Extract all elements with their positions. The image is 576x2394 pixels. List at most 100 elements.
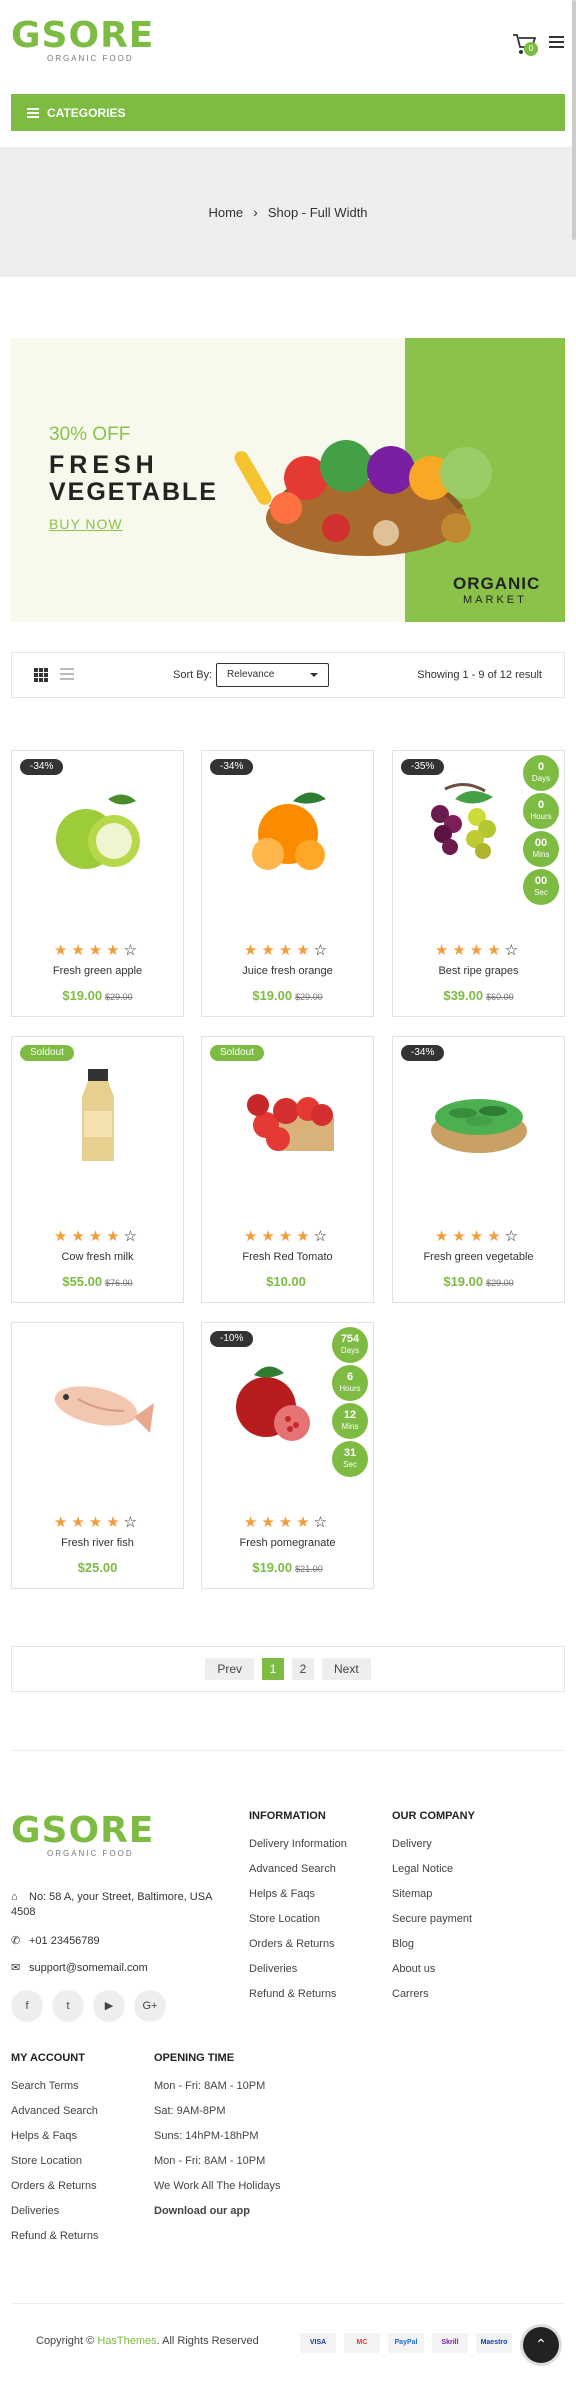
footer-link[interactable]: Advanced Search	[11, 2105, 98, 2130]
list-view-icon[interactable]	[60, 668, 74, 680]
soldout-badge: Soldout	[210, 1045, 264, 1061]
promo-banner[interactable]: 30% OFF FRESH VEGETABLE BUY NOW ORGANIC …	[11, 338, 565, 622]
grid-view-icon[interactable]	[34, 668, 48, 682]
rating-stars: ★★★★☆	[53, 942, 142, 959]
prev-page-button[interactable]: Prev	[205, 1658, 254, 1680]
product-name[interactable]: Fresh pomegranate	[202, 1537, 373, 1549]
footer-logo[interactable]: GSORE ORGANIC FOOD	[11, 1810, 155, 1859]
product-card[interactable]: Soldout ★★★★☆ Fresh Red Tomato $10.00	[201, 1036, 374, 1303]
breadcrumb-home[interactable]: Home	[208, 205, 243, 220]
footer-link[interactable]: About us	[392, 1963, 475, 1988]
product-card[interactable]: -10% 754 Days 6 Hours 12 Mins 31 Sec ★★★★☆ F…	[201, 1322, 374, 1589]
sort-select[interactable]: Relevance	[216, 663, 329, 687]
home-icon: ⌂	[11, 1891, 18, 1903]
product-price: $19.00 $29.00	[12, 987, 183, 1005]
page-1-button[interactable]: 1	[262, 1658, 284, 1680]
footer-link[interactable]: Sitemap	[392, 1888, 475, 1913]
old-price: $60.00	[486, 992, 514, 1002]
countdown-days: 754	[340, 1333, 360, 1345]
footer-link[interactable]: Advanced Search	[249, 1863, 347, 1888]
footer-link[interactable]: Refund & Returns	[249, 1988, 347, 2013]
hours-line: We Work All The Holidays	[154, 2180, 281, 2192]
product-name[interactable]: Fresh Red Tomato	[202, 1251, 373, 1263]
countdown-days: 0	[537, 761, 545, 773]
product-name[interactable]: Fresh river fish	[12, 1537, 183, 1549]
product-card[interactable]: -34% ★★★★☆ Fresh green vegetable $19.00 $…	[392, 1036, 565, 1303]
footer-link[interactable]: Delivery Information	[249, 1838, 347, 1863]
milk-bottle-image	[82, 1069, 114, 1161]
youtube-icon[interactable]: ▶	[93, 1990, 125, 2022]
footer-link[interactable]: Delivery	[392, 1838, 475, 1863]
hamburger-menu-icon[interactable]	[549, 36, 564, 48]
footer-link[interactable]: Refund & Returns	[11, 2230, 98, 2255]
footer-logo-word: GSORE	[11, 1810, 155, 1851]
product-card[interactable]: -34% ★★★★☆ Fresh green apple $19.00 $29.0…	[11, 750, 184, 1017]
next-page-button[interactable]: Next	[322, 1658, 371, 1680]
scroll-to-top-icon[interactable]: ⌃	[523, 2327, 559, 2363]
rating-stars: ★★★★☆	[434, 1228, 523, 1245]
sort-by-label: Sort By:	[173, 669, 213, 681]
rating-stars: ★★★★☆	[243, 1514, 332, 1531]
footer-link[interactable]: Store Location	[11, 2155, 98, 2180]
current-price: $19.00	[62, 988, 103, 1003]
footer-company-column: OUR COMPANY Delivery Legal Notice Sitema…	[392, 1810, 475, 2013]
copyright-prefix: Copyright ©	[36, 2335, 95, 2347]
footer-divider	[11, 1750, 565, 1751]
breadcrumb-current: Shop - Full Width	[267, 204, 368, 220]
product-name[interactable]: Cow fresh milk	[12, 1251, 183, 1263]
footer-link[interactable]: Helps & Faqs	[11, 2130, 98, 2155]
social-links: f t ▶ G+	[11, 1990, 166, 2022]
old-price: $29.00	[486, 1278, 514, 1288]
footer-link[interactable]: Deliveries	[249, 1963, 347, 1988]
countdown-hours-label: Hours	[339, 1384, 361, 1393]
column-heading: INFORMATION	[249, 1810, 326, 1822]
footer-link[interactable]: Legal Notice	[392, 1863, 475, 1888]
rating-stars: ★★★★☆	[243, 1228, 332, 1245]
maestro-icon: Maestro	[476, 2333, 512, 2353]
countdown-secs: 31	[343, 1447, 357, 1459]
product-name[interactable]: Fresh green vegetable	[393, 1251, 564, 1263]
phone-text[interactable]: +01 23456789	[29, 1935, 100, 1947]
footer-link[interactable]: Deliveries	[11, 2205, 98, 2230]
rating-stars: ★★★★☆	[434, 942, 523, 959]
footer-link[interactable]: Carrers	[392, 1988, 475, 2013]
page-2-button[interactable]: 2	[292, 1658, 314, 1680]
banner-brand-line2: MARKET	[463, 594, 527, 606]
footer-link[interactable]: Orders & Returns	[249, 1938, 347, 1963]
copyright-brand-link[interactable]: HasThemes	[97, 2335, 156, 2347]
logo-word: GSORE	[11, 15, 155, 56]
orange-image	[252, 792, 326, 870]
countdown-mins-label: Mins	[341, 1422, 359, 1431]
current-price: $25.00	[77, 1560, 118, 1575]
breadcrumb-separator-icon: ›	[253, 204, 258, 220]
footer-link[interactable]: Helps & Faqs	[249, 1888, 347, 1913]
email-text[interactable]: support@somemail.com	[29, 1962, 148, 1974]
product-card[interactable]: -34% ★★★★☆ Juice fresh orange $19.00 $29.…	[201, 750, 374, 1017]
product-name[interactable]: Fresh green apple	[12, 965, 183, 977]
product-card[interactable]: Soldout ★★★★☆ Cow fresh milk $55.00 $76.0…	[11, 1036, 184, 1303]
categories-button[interactable]: CATEGORIES	[11, 94, 565, 131]
payment-methods: VISA MC PayPal Skrill Maestro	[300, 2333, 512, 2353]
phone-icon: ✆	[11, 1935, 21, 1947]
footer-link[interactable]: Blog	[392, 1938, 475, 1963]
scrollbar[interactable]	[572, 0, 576, 240]
footer-link[interactable]: Secure payment	[392, 1913, 475, 1938]
footer-link[interactable]: Orders & Returns	[11, 2180, 98, 2205]
footer-link[interactable]: Store Location	[249, 1913, 347, 1938]
footer-address: ⌂ No: 58 A, your Street, Baltimore, USA 4…	[11, 1890, 221, 1920]
current-price: $19.00	[252, 1560, 293, 1575]
product-name[interactable]: Juice fresh orange	[202, 965, 373, 977]
countdown-mins: 12	[343, 1409, 357, 1421]
footer-link[interactable]: Search Terms	[11, 2080, 98, 2105]
hours-line: Sat: 9AM-8PM	[154, 2105, 226, 2117]
twitter-icon[interactable]: t	[52, 1990, 84, 2022]
shop-toolbar: Sort By: Relevance Showing 1 - 9 of 12 r…	[11, 652, 565, 698]
download-app-link[interactable]: Download our app	[154, 2205, 281, 2230]
google-plus-icon[interactable]: G+	[134, 1990, 166, 2022]
product-card[interactable]: -35% 0 Days 0 Hours 00 Mins 00 Sec ★★★★☆ Bes…	[392, 750, 565, 1017]
logo[interactable]: GSORE ORGANIC FOOD	[11, 15, 155, 64]
buy-now-link[interactable]: BUY NOW	[49, 516, 123, 532]
product-name[interactable]: Best ripe grapes	[393, 965, 564, 977]
facebook-icon[interactable]: f	[11, 1990, 43, 2022]
product-card[interactable]: ★★★★☆ Fresh river fish $25.00	[11, 1322, 184, 1589]
